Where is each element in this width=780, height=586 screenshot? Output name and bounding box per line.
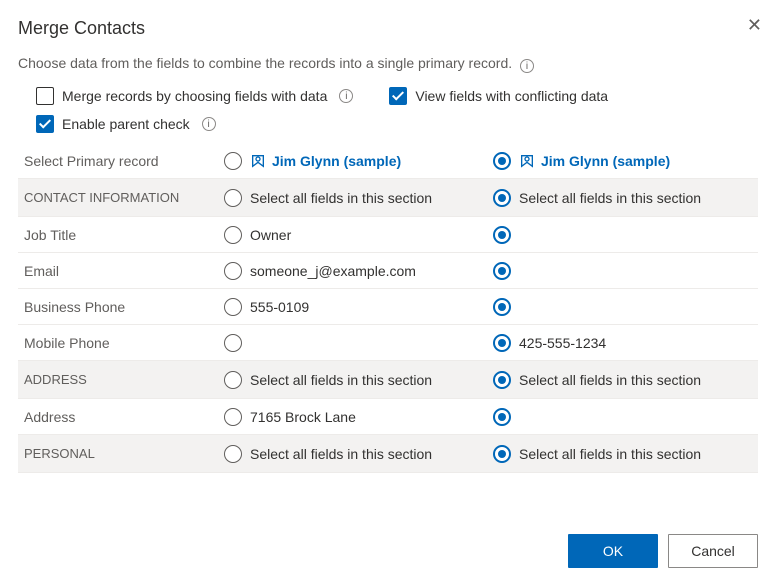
radio-icon[interactable] — [493, 371, 511, 389]
field-row: Address 7165 Brock Lane — [18, 399, 758, 435]
field-label: Address — [20, 399, 220, 434]
radio-icon[interactable] — [493, 334, 511, 352]
select-all-text: Select all fields in this section — [250, 190, 432, 206]
radio-icon[interactable] — [224, 371, 242, 389]
dialog-title: Merge Contacts — [18, 18, 776, 39]
field-b-cell[interactable] — [489, 289, 758, 324]
field-b-cell[interactable] — [489, 399, 758, 434]
section-a-selectall[interactable]: Select all fields in this section — [220, 362, 489, 397]
radio-icon[interactable] — [224, 334, 242, 352]
enable-parent-label: Enable parent check — [62, 116, 190, 132]
view-conflicts-checkbox[interactable]: View fields with conflicting data — [389, 87, 608, 105]
section-row: PERSONAL Select all fields in this secti… — [18, 435, 758, 473]
field-a-cell[interactable]: 7165 Brock Lane — [220, 399, 489, 434]
record-b-name: Jim Glynn (sample) — [541, 153, 670, 169]
record-a-name: Jim Glynn (sample) — [272, 153, 401, 169]
field-row: Mobile Phone 425-555-1234 — [18, 325, 758, 361]
field-a-cell[interactable]: Male — [220, 473, 489, 477]
select-all-text: Select all fields in this section — [519, 190, 701, 206]
radio-icon[interactable] — [224, 189, 242, 207]
field-label: Mobile Phone — [20, 325, 220, 360]
field-a-cell[interactable]: 555-0109 — [220, 289, 489, 324]
field-row: Job Title Owner — [18, 217, 758, 253]
contact-icon — [250, 153, 266, 169]
field-a-cell[interactable] — [220, 325, 489, 360]
info-icon[interactable]: i — [520, 59, 534, 73]
options-group: Merge records by choosing fields with da… — [36, 87, 776, 133]
radio-icon[interactable] — [493, 189, 511, 207]
field-b-value: 425-555-1234 — [519, 335, 606, 351]
radio-icon[interactable] — [224, 298, 242, 316]
field-row: Gender Male — [18, 473, 758, 477]
radio-icon[interactable] — [493, 445, 511, 463]
merge-by-fields-label: Merge records by choosing fields with da… — [62, 88, 327, 104]
primary-record-a-cell[interactable]: Jim Glynn (sample) — [220, 143, 489, 178]
section-a-selectall[interactable]: Select all fields in this section — [220, 180, 489, 215]
section-b-selectall[interactable]: Select all fields in this section — [489, 436, 758, 471]
fields-scroll-area[interactable]: Select Primary record Jim Glynn (sample) — [18, 143, 766, 477]
checkbox-box — [389, 87, 407, 105]
field-a-cell[interactable]: Owner — [220, 217, 489, 252]
dialog-footer: OK Cancel — [568, 534, 758, 568]
checkbox-box — [36, 115, 54, 133]
field-label: Job Title — [20, 217, 220, 252]
field-label: Gender — [20, 473, 220, 477]
field-a-value: 7165 Brock Lane — [250, 409, 356, 425]
section-row: ADDRESS Select all fields in this sectio… — [18, 361, 758, 399]
radio-icon[interactable] — [493, 262, 511, 280]
contact-icon — [519, 153, 535, 169]
close-icon[interactable]: ✕ — [747, 16, 762, 34]
field-b-cell[interactable] — [489, 473, 758, 477]
info-icon[interactable]: i — [339, 89, 353, 103]
radio-icon[interactable] — [493, 226, 511, 244]
select-all-text: Select all fields in this section — [519, 446, 701, 462]
field-a-value: 555-0109 — [250, 299, 309, 315]
radio-icon[interactable] — [224, 445, 242, 463]
radio-icon[interactable] — [224, 226, 242, 244]
section-label: PERSONAL — [20, 436, 220, 471]
dialog-subtitle: Choose data from the fields to combine t… — [18, 55, 776, 73]
field-row: Email someone_j@example.com — [18, 253, 758, 289]
section-b-selectall[interactable]: Select all fields in this section — [489, 180, 758, 215]
radio-icon[interactable] — [493, 152, 511, 170]
field-label: Business Phone — [20, 289, 220, 324]
enable-parent-checkbox[interactable]: Enable parent check i — [36, 115, 216, 133]
field-row: Business Phone 555-0109 — [18, 289, 758, 325]
radio-icon[interactable] — [224, 262, 242, 280]
radio-icon[interactable] — [224, 408, 242, 426]
section-b-selectall[interactable]: Select all fields in this section — [489, 362, 758, 397]
select-all-text: Select all fields in this section — [519, 372, 701, 388]
cancel-button[interactable]: Cancel — [668, 534, 758, 568]
select-all-text: Select all fields in this section — [250, 372, 432, 388]
field-label: Email — [20, 253, 220, 288]
section-label: ADDRESS — [20, 362, 220, 397]
section-row: CONTACT INFORMATION Select all fields in… — [18, 179, 758, 217]
radio-icon[interactable] — [493, 408, 511, 426]
merge-contacts-dialog: ✕ Merge Contacts Choose data from the fi… — [0, 0, 780, 586]
record-a-link[interactable]: Jim Glynn (sample) — [250, 153, 401, 169]
primary-record-b-cell[interactable]: Jim Glynn (sample) — [489, 143, 758, 178]
radio-icon[interactable] — [224, 152, 242, 170]
subtitle-text: Choose data from the fields to combine t… — [18, 55, 512, 71]
view-conflicts-label: View fields with conflicting data — [415, 88, 608, 104]
ok-button[interactable]: OK — [568, 534, 658, 568]
primary-record-header-row: Select Primary record Jim Glynn (sample) — [18, 143, 758, 179]
select-all-text: Select all fields in this section — [250, 446, 432, 462]
radio-icon[interactable] — [493, 298, 511, 316]
field-a-cell[interactable]: someone_j@example.com — [220, 253, 489, 288]
section-label: CONTACT INFORMATION — [20, 180, 220, 215]
select-primary-label: Select Primary record — [20, 143, 220, 178]
record-b-link[interactable]: Jim Glynn (sample) — [519, 153, 670, 169]
section-a-selectall[interactable]: Select all fields in this section — [220, 436, 489, 471]
merge-by-fields-checkbox[interactable]: Merge records by choosing fields with da… — [36, 87, 353, 105]
field-b-cell[interactable] — [489, 253, 758, 288]
field-a-value: someone_j@example.com — [250, 263, 416, 279]
field-b-cell[interactable]: 425-555-1234 — [489, 325, 758, 360]
info-icon[interactable]: i — [202, 117, 216, 131]
field-b-cell[interactable] — [489, 217, 758, 252]
checkbox-box — [36, 87, 54, 105]
field-a-value: Owner — [250, 227, 291, 243]
